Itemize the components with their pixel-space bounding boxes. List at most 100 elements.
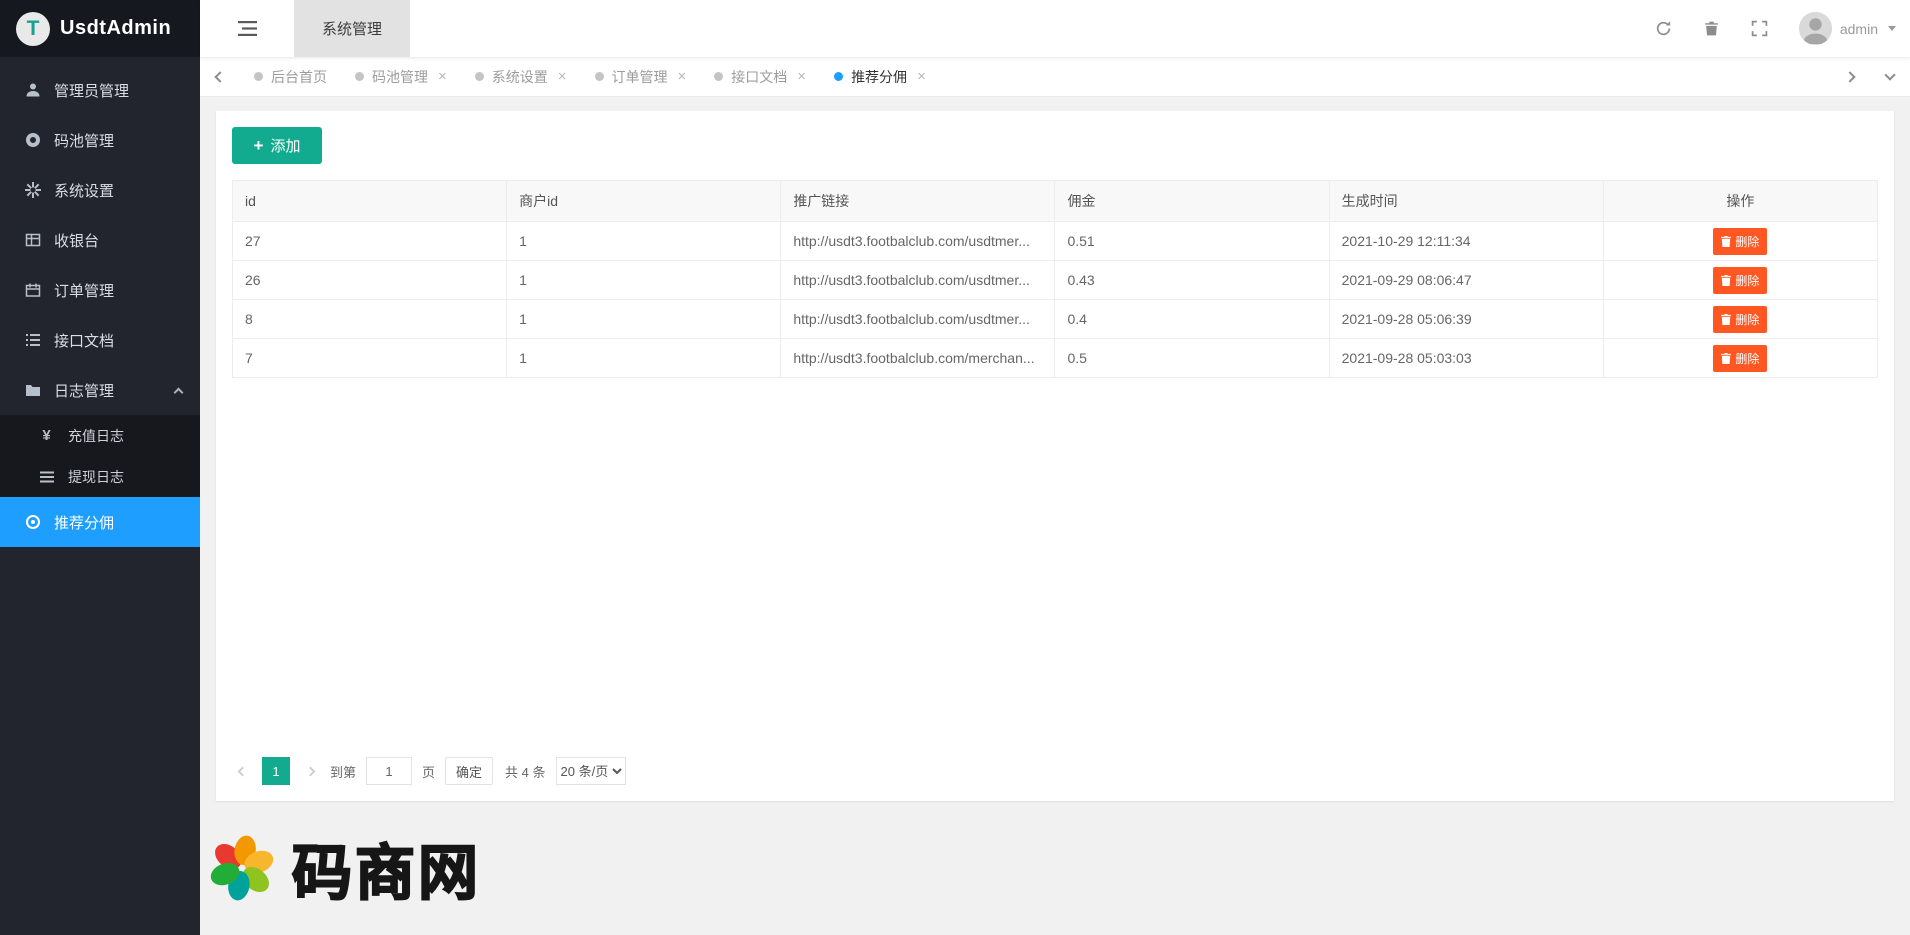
trash-icon: [1721, 275, 1731, 286]
close-icon[interactable]: ×: [558, 69, 567, 84]
tab-label: 接口文档: [731, 67, 787, 87]
chevron-left-icon: [214, 71, 225, 82]
cell-commission: 0.51: [1055, 222, 1329, 261]
menu-toggle-icon[interactable]: [200, 0, 294, 57]
delete-button[interactable]: 删除: [1713, 267, 1767, 294]
page-size-select[interactable]: 20 条/页: [556, 757, 626, 785]
tab-commission[interactable]: 推荐分佣 ×: [820, 57, 940, 96]
delete-button-label: 删除: [1735, 272, 1759, 289]
trash-icon: [1721, 314, 1731, 325]
goto-label: 到第: [330, 762, 356, 781]
chevron-right-icon: [305, 766, 315, 776]
cell-merchant-id: 1: [507, 261, 781, 300]
tab-status-dot: [595, 72, 604, 81]
prev-page-button[interactable]: [232, 768, 252, 775]
cell-id: 27: [233, 222, 507, 261]
sidebar-item-recharge-log[interactable]: ¥ 充值日志: [0, 415, 200, 456]
chevron-down-icon: [1888, 26, 1896, 31]
sidebar-item-label: 日志管理: [54, 380, 114, 401]
tab-pool[interactable]: 码池管理 ×: [341, 57, 461, 96]
goto-page-suffix: 页: [422, 762, 435, 781]
sidebar-item-admin-management[interactable]: 管理员管理: [0, 65, 200, 115]
col-header-id: id: [233, 181, 507, 222]
cell-link: http://usdt3.footbalclub.com/usdtmer...: [781, 261, 1055, 300]
cell-actions: 删除: [1603, 339, 1877, 378]
cell-link: http://usdt3.footbalclub.com/merchan...: [781, 339, 1055, 378]
close-icon[interactable]: ×: [678, 69, 687, 84]
tabs-scroll-left[interactable]: [200, 57, 240, 96]
sidebar-item-commission[interactable]: 推荐分佣: [0, 497, 200, 547]
cell-commission: 0.5: [1055, 339, 1329, 378]
chevron-left-icon: [237, 766, 247, 776]
cell-created: 2021-10-29 12:11:34: [1329, 222, 1603, 261]
cell-actions: 删除: [1603, 222, 1877, 261]
tab-orders[interactable]: 订单管理 ×: [581, 57, 701, 96]
main-area: 系统管理 admin 后台首页: [200, 0, 1910, 935]
tab-label: 码池管理: [372, 67, 428, 87]
trash-icon: [1721, 353, 1731, 364]
fullscreen-icon[interactable]: [1751, 20, 1769, 38]
confirm-button[interactable]: 确定: [445, 757, 493, 785]
tab-status-dot: [355, 72, 364, 81]
delete-button-label: 删除: [1735, 233, 1759, 250]
cell-created: 2021-09-28 05:06:39: [1329, 300, 1603, 339]
grid-icon: [24, 232, 41, 249]
next-page-button[interactable]: [300, 768, 320, 775]
cell-commission: 0.43: [1055, 261, 1329, 300]
topnav-tab-system[interactable]: 系统管理: [294, 0, 410, 57]
log-submenu: ¥ 充值日志 提现日志: [0, 415, 200, 497]
brand-flower-icon: [204, 830, 280, 906]
topbar-right: admin: [1655, 12, 1910, 45]
col-header-created: 生成时间: [1329, 181, 1603, 222]
user-icon: [24, 82, 41, 99]
tab-settings[interactable]: 系统设置 ×: [461, 57, 581, 96]
tab-status-dot: [714, 72, 723, 81]
tabs-scroll-right[interactable]: [1830, 73, 1870, 81]
sidebar-item-cashier[interactable]: 收银台: [0, 215, 200, 265]
list-icon: [38, 468, 55, 485]
footer-brand: 码商网: [204, 801, 1894, 935]
sidebar-item-api-docs[interactable]: 接口文档: [0, 315, 200, 365]
sidebar-item-log-management[interactable]: 日志管理: [0, 365, 200, 415]
avatar: [1799, 12, 1832, 45]
col-header-merchant-id: 商户id: [507, 181, 781, 222]
tab-label: 订单管理: [612, 67, 668, 87]
sidebar-item-label: 系统设置: [54, 180, 114, 201]
commission-table: id 商户id 推广链接 佣金 生成时间 操作 27 1 http://usdt…: [232, 180, 1878, 378]
sidebar: T UsdtAdmin 管理员管理 码池管理 系统设置 收银台: [0, 0, 200, 935]
refresh-icon[interactable]: [1655, 20, 1673, 38]
user-menu[interactable]: admin: [1799, 12, 1896, 45]
cell-actions: 删除: [1603, 300, 1877, 339]
goto-page-input[interactable]: [366, 757, 412, 785]
sidebar-item-pool-management[interactable]: 码池管理: [0, 115, 200, 165]
close-icon[interactable]: ×: [917, 69, 926, 84]
sidebar-item-order-management[interactable]: 订单管理: [0, 265, 200, 315]
sidebar-item-system-settings[interactable]: 系统设置: [0, 165, 200, 215]
chevron-down-icon: [1884, 69, 1895, 80]
tab-docs[interactable]: 接口文档 ×: [700, 57, 820, 96]
sidebar-item-label: 管理员管理: [54, 80, 129, 101]
sidebar-item-withdraw-log[interactable]: 提现日志: [0, 456, 200, 497]
delete-button[interactable]: 删除: [1713, 228, 1767, 255]
page-number-current[interactable]: 1: [262, 757, 290, 785]
close-icon[interactable]: ×: [438, 69, 447, 84]
app-title: UsdtAdmin: [60, 17, 171, 40]
tabs-menu-toggle[interactable]: [1870, 74, 1910, 79]
cell-link: http://usdt3.footbalclub.com/usdtmer...: [781, 222, 1055, 261]
delete-button[interactable]: 删除: [1713, 345, 1767, 372]
close-icon[interactable]: ×: [797, 69, 806, 84]
cell-id: 8: [233, 300, 507, 339]
trash-icon[interactable]: [1703, 20, 1721, 38]
delete-button[interactable]: 删除: [1713, 306, 1767, 333]
app-logo: T UsdtAdmin: [0, 0, 200, 57]
add-button[interactable]: + 添加: [232, 127, 322, 164]
cell-created: 2021-09-29 08:06:47: [1329, 261, 1603, 300]
table-header-row: id 商户id 推广链接 佣金 生成时间 操作: [233, 181, 1878, 222]
commission-card: + 添加 id 商户id 推广链接 佣金 生成时间 操作 27: [216, 111, 1894, 801]
calendar-icon: [24, 282, 41, 299]
plus-icon: +: [254, 137, 264, 154]
cell-merchant-id: 1: [507, 222, 781, 261]
gear-icon: [24, 182, 41, 199]
tab-home[interactable]: 后台首页: [240, 57, 341, 96]
chevron-right-icon: [1844, 71, 1855, 82]
